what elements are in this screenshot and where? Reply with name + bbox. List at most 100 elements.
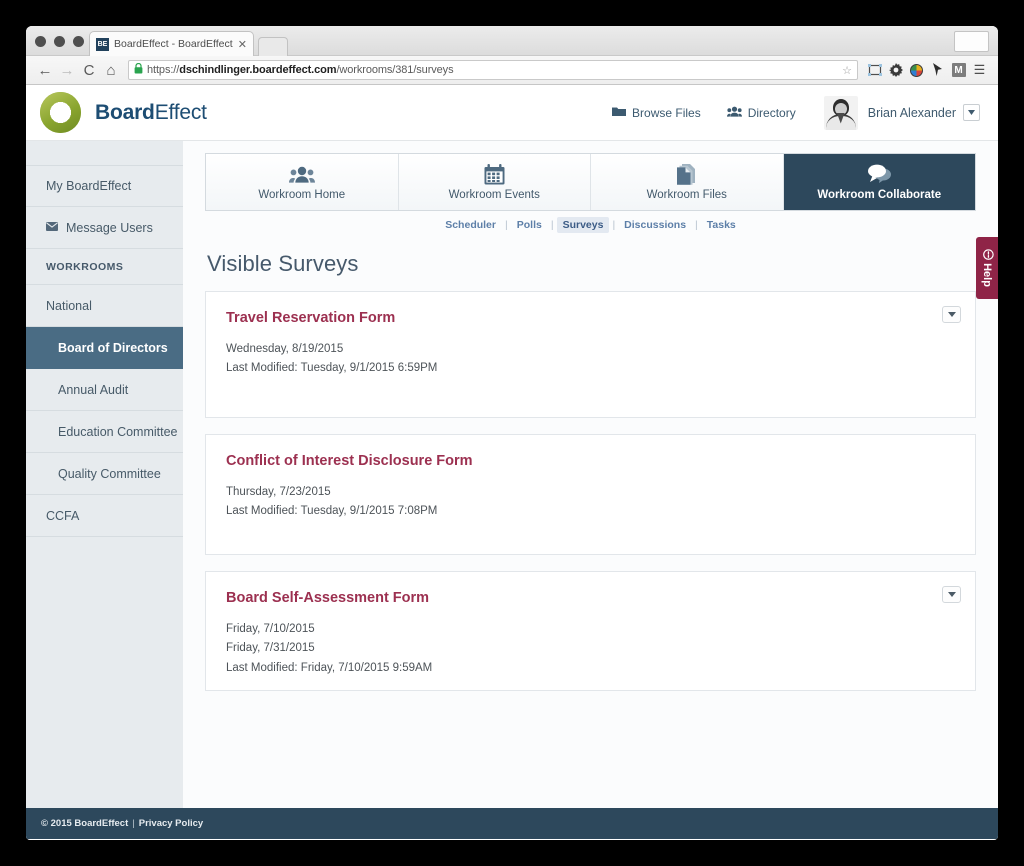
browser-tab-strip: BE BoardEffect - BoardEffect ✕ (26, 26, 998, 56)
tab-workroom-collaborate[interactable]: Workroom Collaborate (784, 154, 976, 210)
directory-link[interactable]: Directory (727, 106, 796, 120)
tab-workroom-files[interactable]: Workroom Files (591, 154, 784, 210)
color-wheel-icon[interactable] (906, 60, 927, 81)
window-control-box[interactable] (954, 31, 989, 52)
sidebar-item-national[interactable]: National (26, 285, 183, 327)
help-tab[interactable]: Help (976, 237, 998, 299)
survey-meta: Wednesday, 8/19/2015 Last Modified: Tues… (226, 340, 955, 379)
app-header: BoardEffect Browse Files Directory (26, 85, 998, 141)
tab-workroom-home[interactable]: Workroom Home (206, 154, 399, 210)
sidebar-item-label: Annual Audit (58, 383, 128, 397)
folder-icon (612, 106, 626, 120)
header-actions: Browse Files Directory Brian Alexander (586, 96, 980, 130)
subnav-separator: | (609, 219, 618, 231)
sidebar-item-label: National (46, 299, 92, 313)
subnav-tasks[interactable]: Tasks (701, 217, 742, 233)
subnav-polls[interactable]: Polls (511, 217, 548, 233)
documents-icon (677, 163, 696, 185)
url-prefix: https:// (147, 64, 179, 76)
footer-separator: | (128, 818, 138, 829)
new-tab-button[interactable] (258, 37, 288, 56)
survey-title[interactable]: Board Self-Assessment Form (226, 590, 955, 606)
user-menu-button[interactable] (963, 104, 980, 121)
close-window-button[interactable] (35, 36, 46, 47)
sidebar-item-message-users[interactable]: Message Users (26, 207, 183, 249)
lock-icon (134, 63, 143, 77)
tab-label: Workroom Collaborate (817, 189, 941, 201)
reload-icon[interactable]: C (78, 59, 100, 81)
page-body: My BoardEffect Message Users WORKROOMS N… (26, 141, 998, 808)
screenshot-icon[interactable] (864, 60, 885, 81)
tab-label: Workroom Home (258, 189, 345, 201)
bookmark-star-icon[interactable]: ☆ (836, 64, 852, 77)
survey-date: Thursday, 7/23/2015 (226, 483, 955, 502)
minimize-window-button[interactable] (54, 36, 65, 47)
survey-menu-button[interactable] (942, 306, 961, 323)
privacy-policy-link[interactable]: Privacy Policy (139, 818, 203, 829)
sidebar-item-label: Education Committee (58, 425, 178, 439)
browser-tab[interactable]: BE BoardEffect - BoardEffect ✕ (89, 31, 254, 56)
workroom-tabs: Workroom Home Workroom Events Workroom F… (205, 153, 976, 211)
brand-logo[interactable]: BoardEffect (40, 92, 207, 133)
survey-card[interactable]: Travel Reservation Form Wednesday, 8/19/… (205, 291, 976, 418)
gear-icon[interactable] (885, 60, 906, 81)
close-icon[interactable]: ✕ (234, 38, 247, 51)
sidebar-section-workrooms: WORKROOMS (26, 249, 183, 285)
url-text: https://dschindlinger.boardeffect.com/wo… (147, 64, 453, 76)
subnav-discussions[interactable]: Discussions (618, 217, 692, 233)
survey-date: Friday, 7/10/2015 (226, 620, 955, 639)
forward-icon[interactable]: → (56, 59, 78, 81)
subnav-surveys[interactable]: Surveys (557, 217, 610, 233)
survey-card[interactable]: Board Self-Assessment Form Friday, 7/10/… (205, 571, 976, 691)
sub-navigation: Scheduler | Polls | Surveys | Discussion… (205, 211, 976, 239)
maximize-window-button[interactable] (73, 36, 84, 47)
help-circle-icon (980, 249, 994, 260)
address-bar[interactable]: https://dschindlinger.boardeffect.com/wo… (128, 60, 858, 80)
sidebar-item-quality-committee[interactable]: Quality Committee (26, 453, 183, 495)
brand-text-bold: Board (95, 101, 155, 124)
survey-title[interactable]: Conflict of Interest Disclosure Form (226, 453, 955, 469)
survey-card[interactable]: Conflict of Interest Disclosure Form Thu… (205, 434, 976, 555)
sidebar-item-label: My BoardEffect (46, 179, 131, 193)
sidebar-item-label: Message Users (66, 221, 153, 235)
sidebar-item-annual-audit[interactable]: Annual Audit (26, 369, 183, 411)
people-icon (289, 163, 315, 185)
sidebar-item-ccfa[interactable]: CCFA (26, 495, 183, 537)
browser-tab-title: BoardEffect - BoardEffect (114, 38, 234, 50)
url-path: /workrooms/381/surveys (336, 64, 453, 76)
survey-date: Wednesday, 8/19/2015 (226, 340, 955, 359)
browser-toolbar: ← → C ⌂ https://dschindlinger.boardeffec… (26, 56, 998, 85)
browser-window: BE BoardEffect - BoardEffect ✕ ← → C ⌂ h… (26, 26, 998, 840)
brand-text: BoardEffect (95, 101, 207, 125)
back-icon[interactable]: ← (34, 59, 56, 81)
browser-menu-icon[interactable]: ☰ (969, 60, 990, 81)
brand-text-light: Effect (155, 101, 207, 124)
footer-copyright: © 2015 BoardEffect (41, 818, 128, 829)
sidebar-item-label: Board of Directors (58, 341, 168, 355)
survey-title[interactable]: Travel Reservation Form (226, 310, 955, 326)
pin-cursor-icon[interactable] (927, 60, 948, 81)
boardeffect-ring-icon (40, 92, 81, 133)
sidebar-item-my-boardeffect[interactable]: My BoardEffect (26, 165, 183, 207)
help-tab-label: Help (981, 263, 993, 287)
tab-label: Workroom Files (647, 189, 727, 201)
window-traffic-lights[interactable] (35, 36, 84, 47)
subnav-scheduler[interactable]: Scheduler (439, 217, 502, 233)
browse-files-link[interactable]: Browse Files (612, 106, 701, 120)
speech-bubble-icon (866, 163, 892, 185)
home-icon[interactable]: ⌂ (100, 59, 122, 81)
page-viewport: BoardEffect Browse Files Directory (26, 85, 998, 839)
sidebar-item-education-committee[interactable]: Education Committee (26, 411, 183, 453)
avatar[interactable] (824, 96, 858, 130)
people-icon (727, 106, 742, 120)
app-footer: © 2015 BoardEffect | Privacy Policy (26, 808, 998, 839)
survey-last-modified: Last Modified: Tuesday, 9/1/2015 7:08PM (226, 502, 955, 521)
tab-workroom-events[interactable]: Workroom Events (399, 154, 592, 210)
survey-menu-button[interactable] (942, 586, 961, 603)
browse-files-label: Browse Files (632, 106, 701, 120)
survey-meta: Thursday, 7/23/2015 Last Modified: Tuesd… (226, 483, 955, 522)
sidebar-item-board-of-directors[interactable]: Board of Directors (26, 327, 183, 369)
tab-label: Workroom Events (449, 189, 540, 201)
gmail-icon[interactable]: M (948, 60, 969, 81)
survey-last-modified: Last Modified: Tuesday, 9/1/2015 6:59PM (226, 359, 955, 378)
